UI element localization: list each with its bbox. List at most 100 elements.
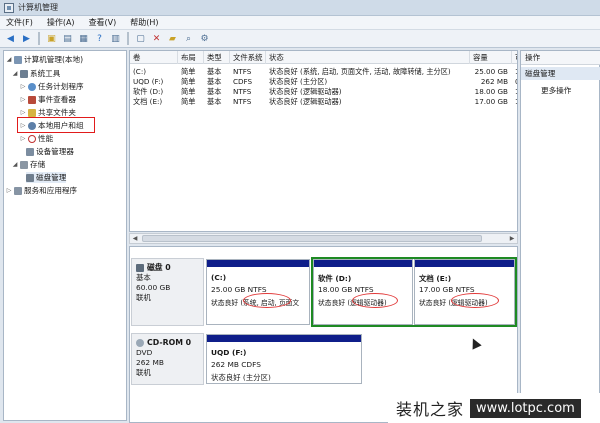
cell-layout: 简单 <box>181 97 196 106</box>
tree-label: 任务计划程序 <box>38 82 84 91</box>
window-title: 计算机管理 <box>18 3 58 12</box>
toolbar-separator <box>127 32 129 45</box>
table-row[interactable]: (C:) 简单 基本 NTFS 状态良好 (系统, 启动, 页面文件, 活动, … <box>130 67 517 77</box>
horizontal-scrollbar[interactable]: ◀ ▶ <box>129 233 518 244</box>
list-header: 卷 布局 类型 文件系统 状态 容量 可 <box>130 51 517 64</box>
cell-capacity: 262 MB <box>480 77 508 86</box>
menu-file[interactable]: 文件(F) <box>6 17 33 28</box>
tree-storage[interactable]: ◢ 存储 <box>12 159 46 170</box>
back-icon[interactable]: ◀ <box>4 32 17 45</box>
console-tree-icon[interactable]: ▤ <box>61 32 74 45</box>
disk0-kind: 基本 <box>136 273 151 282</box>
annotation-oval <box>451 293 499 308</box>
tree-label: 磁盘管理 <box>36 173 67 182</box>
more-actions-link[interactable]: 更多操作 <box>541 85 571 96</box>
cell-volume: UQD (F:) <box>133 77 164 86</box>
cell-free: 1 <box>512 97 517 107</box>
cdrom0-state: 联机 <box>136 368 151 377</box>
cdrom0-label[interactable]: CD-ROM 0 DVD 262 MB 联机 <box>131 333 204 385</box>
search-icon[interactable]: ⌕ <box>182 32 195 45</box>
partition-label: (C:) <box>211 273 227 282</box>
col-volume[interactable]: 卷 <box>130 51 178 64</box>
col-capacity[interactable]: 容量 <box>470 51 512 64</box>
cell-status: 状态良好 (系统, 启动, 页面文件, 活动, 故障转储, 主分区) <box>269 67 451 76</box>
cell-status: 状态良好 (逻辑驱动器) <box>269 87 342 96</box>
cell-free: 1 <box>512 67 517 77</box>
watermark-text: 装机之家 <box>396 400 465 419</box>
tree-item-event-viewer[interactable]: ▷ 事件查看器 <box>20 94 76 105</box>
disk0-name: 磁盘 0 <box>147 263 171 272</box>
device-icon <box>26 147 34 156</box>
tree-root-label: 计算机管理(本地) <box>24 55 84 64</box>
partition-f[interactable]: UQD (F:) 262 MB CDFS 状态良好 (主分区) <box>206 334 362 384</box>
cell-layout: 简单 <box>181 67 196 76</box>
toolbar-separator <box>38 32 40 45</box>
tools-icon <box>20 69 28 78</box>
disk-icon <box>26 173 34 182</box>
scroll-left-icon[interactable]: ◀ <box>130 234 140 243</box>
cdrom0-kind: DVD <box>136 348 153 357</box>
properties-icon[interactable]: ▦ <box>77 32 90 45</box>
scroll-thumb[interactable] <box>142 235 482 242</box>
disk0-label[interactable]: 磁盘 0 基本 60.00 GB 联机 <box>131 258 204 326</box>
table-row[interactable]: 软件 (D:) 简单 基本 NTFS 状态良好 (逻辑驱动器) 18.00 GB… <box>130 87 517 97</box>
watermark: 装机之家 www.lotpc.com <box>388 393 600 423</box>
logical-group-box <box>311 257 517 327</box>
cell-layout: 简单 <box>181 77 196 86</box>
settings-icon[interactable]: ⚙ <box>198 32 211 45</box>
expand-icon[interactable]: ▷ <box>20 96 26 103</box>
help-icon[interactable]: ? <box>93 32 106 45</box>
tree-label: 服务和应用程序 <box>24 186 78 195</box>
tree-system-tools[interactable]: ◢ 系统工具 <box>12 68 61 79</box>
tree-item-disk-management[interactable]: 磁盘管理 <box>26 172 67 183</box>
cell-type: 基本 <box>207 77 222 86</box>
new-icon[interactable]: ▢ <box>134 32 147 45</box>
cell-status: 状态良好 (逻辑驱动器) <box>269 97 342 106</box>
expand-icon[interactable]: ▷ <box>20 135 26 142</box>
tree-item-task-scheduler[interactable]: ▷ 任务计划程序 <box>20 81 84 92</box>
annotation-oval <box>243 293 291 308</box>
view-icon[interactable]: ▥ <box>109 32 122 45</box>
cell-type: 基本 <box>207 97 222 106</box>
expand-icon[interactable]: ▷ <box>6 187 12 194</box>
cell-capacity: 17.00 GB <box>474 97 508 106</box>
disk-icon <box>136 264 144 272</box>
cdrom0-size: 262 MB <box>136 358 164 367</box>
partition-c[interactable]: (C:) 25.00 GB NTFS 状态良好 (系统, 启动, 页面文 <box>206 259 310 325</box>
forward-icon[interactable]: ▶ <box>20 32 33 45</box>
col-fs[interactable]: 文件系统 <box>230 51 266 64</box>
actions-disk-management[interactable]: 磁盘管理 <box>521 67 600 80</box>
menu-view[interactable]: 查看(V) <box>89 17 117 28</box>
collapse-icon[interactable]: ◢ <box>12 161 18 168</box>
navigation-tree: ◢ 计算机管理(本地) ◢ 系统工具 ▷ 任务计划程序 ▷ 事件查看器 ▷ 共享… <box>3 50 127 421</box>
cell-fs: NTFS <box>233 97 252 106</box>
tree-services[interactable]: ▷ 服务和应用程序 <box>6 185 77 196</box>
open-folder-icon[interactable]: ▰ <box>166 32 179 45</box>
tree-root[interactable]: ◢ 计算机管理(本地) <box>6 54 83 65</box>
cdrom0-name: CD-ROM 0 <box>147 338 192 347</box>
table-row[interactable]: UQD (F:) 简单 基本 CDFS 状态良好 (主分区) 262 MB 0 <box>130 77 517 87</box>
scroll-right-icon[interactable]: ▶ <box>507 234 517 243</box>
col-free[interactable]: 可 <box>512 51 517 64</box>
col-status[interactable]: 状态 <box>266 51 470 64</box>
delete-icon[interactable]: ✕ <box>150 32 163 45</box>
expand-icon[interactable]: ▷ <box>20 83 26 90</box>
menu-action[interactable]: 操作(A) <box>47 17 75 28</box>
watermark-url: www.lotpc.com <box>470 398 581 418</box>
title-bar: 计算机管理 <box>0 0 600 16</box>
table-row[interactable]: 文档 (E:) 简单 基本 NTFS 状态良好 (逻辑驱动器) 17.00 GB… <box>130 97 517 107</box>
partition-label: UQD (F:) <box>211 348 247 357</box>
col-layout[interactable]: 布局 <box>178 51 204 64</box>
folder-icon <box>28 108 36 117</box>
cell-capacity: 25.00 GB <box>474 67 508 76</box>
tree-item-performance[interactable]: ▷ 性能 <box>20 133 54 144</box>
cell-fs: CDFS <box>233 77 253 86</box>
menu-help[interactable]: 帮助(H) <box>130 17 158 28</box>
col-type[interactable]: 类型 <box>204 51 230 64</box>
collapse-icon[interactable]: ◢ <box>12 70 18 77</box>
tree-item-device-manager[interactable]: 设备管理器 <box>26 146 74 157</box>
collapse-icon[interactable]: ◢ <box>6 56 12 63</box>
disk0-state: 联机 <box>136 293 151 302</box>
up-folder-icon[interactable]: ▣ <box>45 32 58 45</box>
expand-icon[interactable]: ▷ <box>20 109 26 116</box>
